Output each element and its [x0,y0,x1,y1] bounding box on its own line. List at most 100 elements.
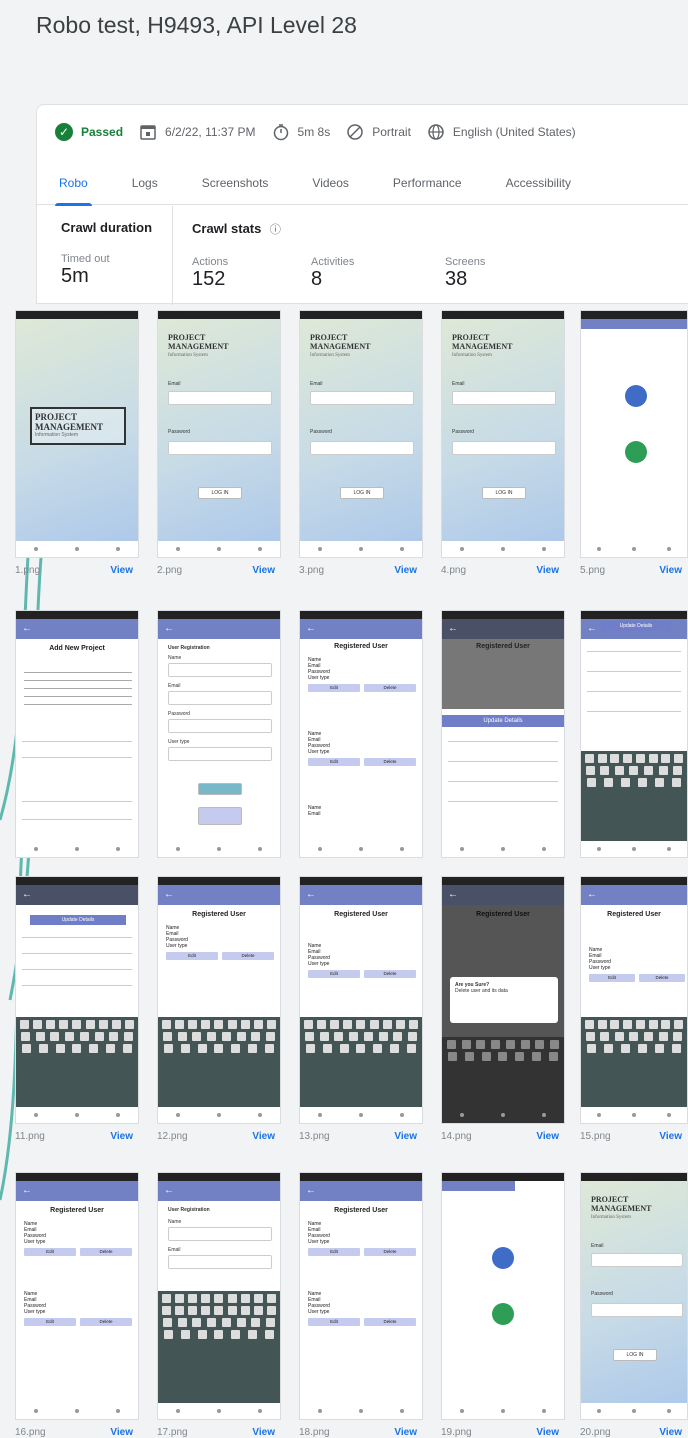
screenshot-thumbnail[interactable]: ← Registered User Name Email Password User … [299,876,423,1124]
crawl-duration-heading: Crawl duration [61,220,153,235]
screenshot-thumbnail[interactable]: PROJECT MANAGEMENT Information System [15,310,139,558]
view-link[interactable]: View [394,1427,417,1438]
view-link[interactable]: View [394,1131,417,1142]
screens-label: Screens [445,256,486,268]
screenshot-card: PROJECT MANAGEMENT Information System Emai… [441,300,569,600]
stats-divider [172,206,173,305]
screenshot-card: ← Update Details 11.png View [15,866,143,1166]
screenshot-card: PROJECT MANAGEMENT Information System Emai… [299,300,427,600]
screenshot-thumbnail[interactable]: ← User Registration Name Email [157,1172,281,1420]
tab-performance[interactable]: Performance [371,161,484,205]
file-name: 14.png [441,1130,472,1142]
screenshot-thumbnail[interactable]: ← Registered User Name Email Password User … [157,876,281,1124]
tab-accessibility[interactable]: Accessibility [484,161,593,205]
screenshot-thumbnail[interactable]: ← Registered User Name Email Password User … [15,1172,139,1420]
page-title: Robo test, H9493, API Level 28 [36,12,357,38]
test-result-card: ✓ Passed 6/2/22, 11:37 PM 5m 8s Portrait… [36,104,688,305]
screenshot-card: ← Registered User Name Email Password User … [299,600,427,900]
screenshot-thumbnail[interactable]: ← Registered User Name Email Password User … [299,610,423,858]
view-link[interactable]: View [110,1427,133,1438]
timer-icon [273,124,288,141]
date-text: 6/2/22, 11:37 PM [165,125,256,139]
confirm-dialog: Are you Sure? Delete user and its data [450,977,558,1023]
view-link[interactable]: View [252,1427,275,1438]
screens-value: 38 [445,268,468,290]
activities-value: 8 [311,268,323,290]
file-name: 18.png [299,1426,330,1438]
duration-status: 5m 8s [272,123,331,141]
calendar-icon [140,125,156,140]
view-link[interactable]: View [110,565,133,576]
screenshot-thumbnail[interactable]: ← User Registration Name Email Password … [157,610,281,858]
screenshot-thumbnail[interactable]: ← Registered User Name Email Password User … [580,876,688,1124]
view-link[interactable]: View [394,565,417,576]
screenshot-thumbnail[interactable]: ← Add New Project [15,610,139,858]
file-name: 5.png [580,564,606,576]
duration-text: 5m 8s [297,125,331,139]
screenshot-card: ← Registered User Name Email Password User … [15,1162,143,1438]
group-icon [492,1303,514,1325]
file-name: 11.png [15,1130,45,1142]
view-link[interactable]: View [536,565,559,576]
orientation-status: Portrait [346,123,411,141]
screenshot-card: PROJECT MANAGEMENT Information System 1.p… [15,300,143,600]
screenshot-card: PROJECT MANAGEMENT Information System Emai… [157,300,285,600]
date-status: 6/2/22, 11:37 PM [139,123,256,141]
file-name: 17.png [157,1426,188,1438]
group-icon [625,441,647,463]
file-name: 15.png [580,1130,611,1142]
status-row: ✓ Passed 6/2/22, 11:37 PM 5m 8s Portrait… [55,119,592,145]
file-name: 12.png [157,1130,188,1142]
result-text: Passed [81,125,124,139]
screenshot-card: ← Registered User Name Email Password User … [580,866,688,1166]
screenshot-thumbnail[interactable]: ← Registered User Update Details [441,610,565,858]
screenshot-card: 5.png View [580,300,688,600]
view-link[interactable]: View [110,1131,133,1142]
timed-out-label: Timed out [61,253,110,265]
crawl-stats-heading: Crawl stats [192,221,262,236]
tab-videos[interactable]: Videos [290,161,370,205]
view-link[interactable]: View [536,1131,559,1142]
employee-icon [492,1247,514,1269]
file-name: 1.png [15,564,41,576]
locale-status: English (United States) [427,123,576,141]
screenshot-thumbnail[interactable]: PROJECT MANAGEMENT Information System Emai… [299,310,423,558]
screenshot-thumbnail[interactable]: ← Registered User Name Email Password User … [299,1172,423,1420]
screenshot-thumbnail[interactable]: ← Update Details [580,610,688,858]
screenshot-card: ← User Registration Name Email 17.png Vie… [157,1162,285,1438]
orientation-text: Portrait [372,125,411,139]
screenshot-thumbnail[interactable]: PROJECT MANAGEMENT Information System Emai… [441,310,565,558]
globe-icon [428,124,444,140]
view-link[interactable]: View [252,1131,275,1142]
tab-screenshots[interactable]: Screenshots [180,161,291,205]
screenshot-grid: PROJECT MANAGEMENT Information System 1.p… [0,300,688,1438]
screenshot-thumbnail[interactable]: ← Update Details [15,876,139,1124]
view-link[interactable]: View [536,1427,559,1438]
file-name: 19.png [441,1426,472,1438]
result-status: ✓ Passed [55,123,123,141]
screenshot-card: ← Registered User Name Email Password User … [299,866,427,1166]
tab-logs[interactable]: Logs [110,161,180,205]
file-name: 20.png [580,1426,611,1438]
file-name: 4.png [441,564,467,576]
screenshot-card: 19.png View [441,1162,569,1438]
tab-robo[interactable]: Robo [37,161,110,206]
view-link[interactable]: View [252,565,275,576]
title-bar: Robo test, H9493, API Level 28 [0,0,688,58]
file-name: 2.png [157,564,183,576]
view-link[interactable]: View [659,565,682,576]
view-link[interactable]: View [659,1131,682,1142]
screenshot-card: ← Registered User Name Email Password User … [299,1162,427,1438]
screenshot-card: ← Update Details [580,600,688,900]
activities-label: Activities [311,256,355,268]
view-link[interactable]: View [659,1427,682,1438]
crawl-stats-panel: Crawl duration Timed out 5m Crawl stats … [37,206,688,305]
screenshot-thumbnail[interactable]: PROJECT MANAGEMENT Information System Emai… [157,310,281,558]
screenshot-card: ← Registered User Name Email Password User … [157,866,285,1166]
info-icon[interactable]: ⓘ [270,224,281,236]
timed-out-value: 5m [61,265,89,287]
screenshot-thumbnail[interactable] [580,310,688,558]
screenshot-thumbnail[interactable]: PROJECT MANAGEMENT Information System Emai… [580,1172,688,1420]
screenshot-thumbnail[interactable] [441,1172,565,1420]
screenshot-thumbnail[interactable]: ← Registered User Are you Sure? Delete u… [441,876,565,1124]
